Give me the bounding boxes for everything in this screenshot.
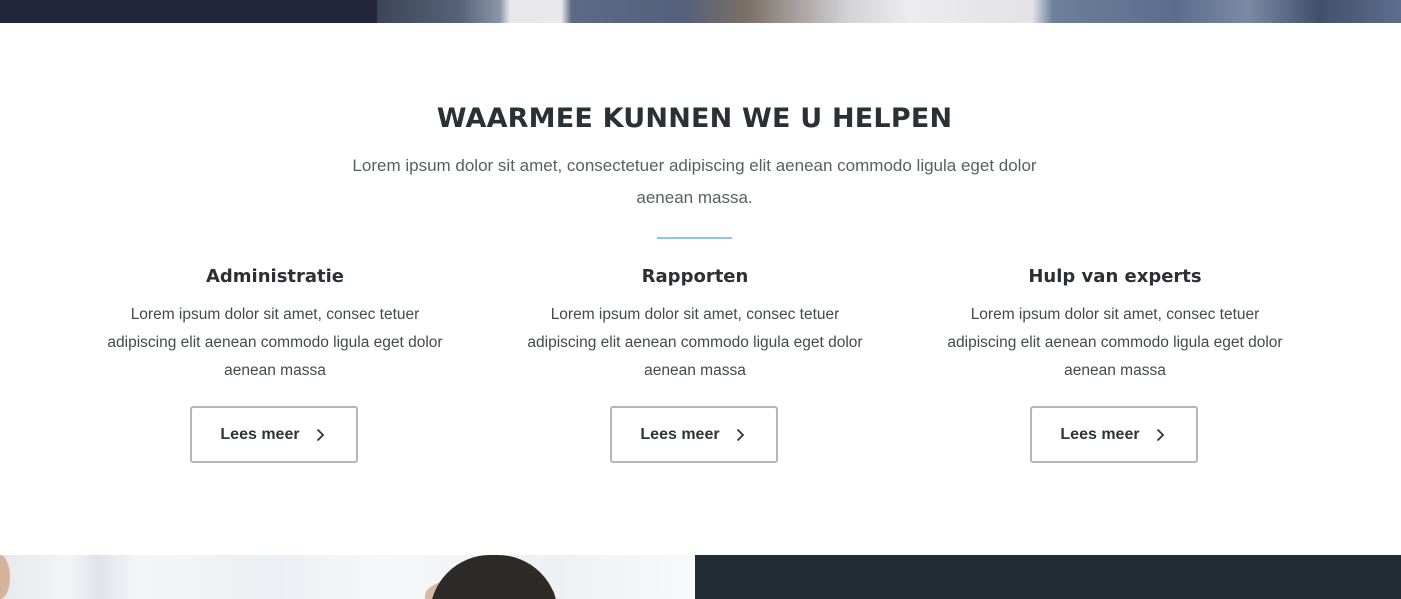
team-photo xyxy=(0,555,695,599)
service-card-administratie: Administratie Lorem ipsum dolor sit amet… xyxy=(65,262,485,463)
read-more-label: Lees meer xyxy=(1060,425,1140,443)
hero-image-strip xyxy=(0,0,1401,23)
service-title: Administratie xyxy=(205,266,345,287)
hero-photo xyxy=(377,0,1401,23)
chevron-right-icon xyxy=(314,428,328,442)
photo-person-edge xyxy=(0,555,10,599)
read-more-button[interactable]: Lees meer xyxy=(1030,406,1198,463)
service-card-hulp-van-experts: Hulp van experts Lorem ipsum dolor sit a… xyxy=(905,262,1325,463)
chevron-right-icon xyxy=(734,428,748,442)
dark-info-panel xyxy=(695,555,1401,599)
service-description: Lorem ipsum dolor sit amet, consec tetue… xyxy=(527,306,863,379)
section-intro: Lorem ipsum dolor sit amet, consectetuer… xyxy=(352,156,1037,207)
service-description: Lorem ipsum dolor sit amet, consec tetue… xyxy=(107,306,443,379)
section-divider xyxy=(657,237,732,239)
chevron-right-icon xyxy=(1154,428,1168,442)
read-more-label: Lees meer xyxy=(220,425,300,443)
photo-person-hair xyxy=(430,555,558,599)
service-card-rapporten: Rapporten Lorem ipsum dolor sit amet, co… xyxy=(485,262,905,463)
hero-dark-panel xyxy=(0,0,377,23)
service-description: Lorem ipsum dolor sit amet, consec tetue… xyxy=(947,306,1283,379)
section-title: WAARMEE KUNNEN WE U HELPEN xyxy=(436,103,953,134)
service-title: Hulp van experts xyxy=(1028,266,1202,287)
read-more-label: Lees meer xyxy=(640,425,720,443)
read-more-button[interactable]: Lees meer xyxy=(190,406,358,463)
service-title: Rapporten xyxy=(641,266,749,287)
read-more-button[interactable]: Lees meer xyxy=(610,406,778,463)
